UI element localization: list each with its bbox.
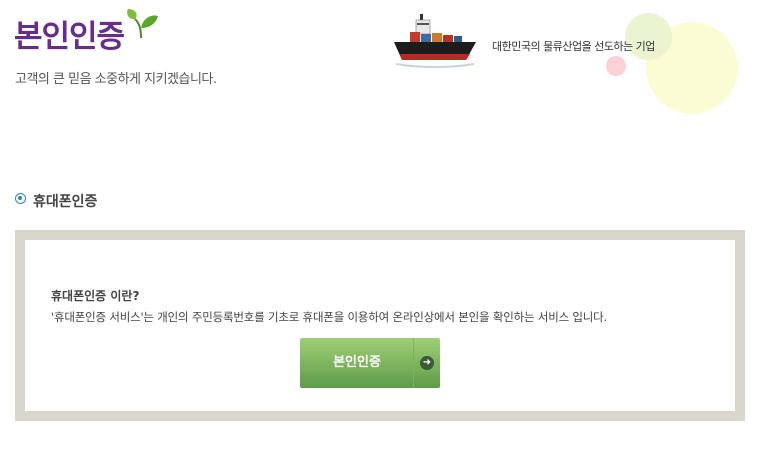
arrow-right-icon: ➜ bbox=[420, 356, 434, 370]
cargo-ship-image bbox=[394, 14, 476, 68]
verify-identity-button[interactable]: 본인인증 ➜ bbox=[300, 338, 440, 388]
section-title: 휴대폰인증 bbox=[33, 194, 98, 210]
auth-panel-frame: 휴대폰인증 이란? '휴대폰인증 서비스'는 개인의 주민등록번호를 기초로 휴… bbox=[15, 230, 745, 421]
button-divider bbox=[413, 338, 414, 388]
company-slogan: 대한민국의 물류산업을 선도하는 기업 bbox=[492, 40, 655, 53]
info-description: '휴대폰인증 서비스'는 개인의 주민등록번호를 기초로 휴대폰을 이용하여 온… bbox=[51, 310, 608, 324]
auth-panel: 휴대폰인증 이란? '휴대폰인증 서비스'는 개인의 주민등록번호를 기초로 휴… bbox=[25, 240, 735, 411]
page-subtitle: 고객의 큰 믿음 소중하게 지키겠습니다. bbox=[15, 72, 217, 87]
info-question: 휴대폰인증 이란? bbox=[51, 289, 140, 303]
radio-selected-icon[interactable] bbox=[15, 193, 26, 204]
verify-button-label: 본인인증 bbox=[333, 355, 381, 370]
leaf-icon bbox=[127, 9, 158, 39]
decor-circle-pink bbox=[606, 56, 626, 76]
page-title: 본인인증 bbox=[14, 19, 125, 55]
